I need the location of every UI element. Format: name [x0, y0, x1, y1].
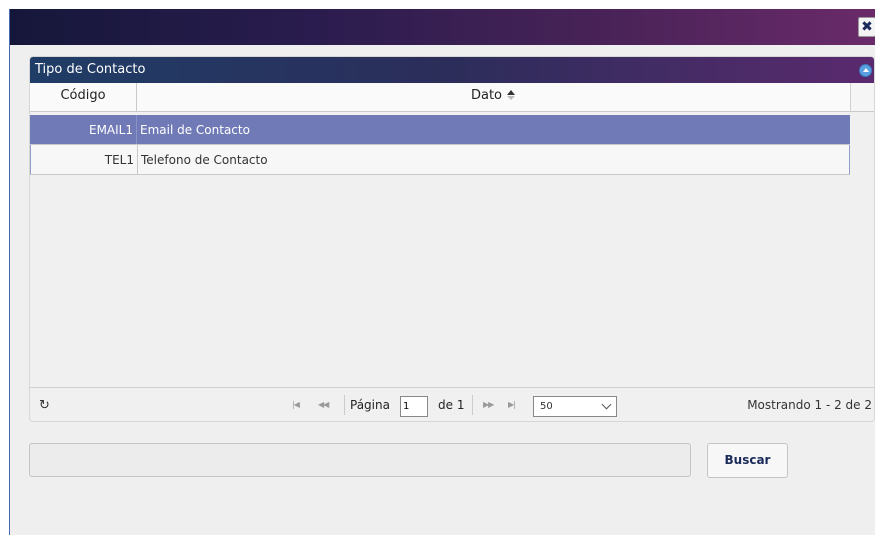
column-header-label: Dato	[470, 88, 503, 103]
table-row[interactable]: EMAIL1 Email de Contacto	[30, 115, 850, 145]
next-page-icon[interactable]: ▶▶	[483, 400, 494, 409]
header-scrollbar-filler	[850, 83, 874, 112]
cell-codigo: TEL1	[31, 145, 138, 174]
grid-body: EMAIL1 Email de Contacto TEL1 Telefono d…	[30, 115, 850, 175]
pager-divider	[472, 395, 473, 415]
grid-caption: Tipo de Contacto	[30, 57, 874, 83]
cell-dato: Telefono de Contacto	[141, 153, 268, 167]
grid-caption-title: Tipo de Contacto	[35, 62, 146, 77]
search-input[interactable]	[29, 443, 691, 477]
page-size-value: 50	[540, 401, 553, 412]
last-page-icon[interactable]: ▶|	[508, 400, 516, 409]
column-header-codigo[interactable]: Código	[30, 83, 137, 112]
table-row[interactable]: TEL1 Telefono de Contacto	[30, 145, 850, 175]
search-button[interactable]: Buscar	[707, 443, 788, 478]
records-info: Mostrando 1 - 2 de 2	[747, 398, 872, 412]
sort-ascending-icon	[506, 90, 516, 100]
pager-divider	[344, 395, 345, 415]
chevron-down-icon	[601, 399, 612, 410]
page-label: Página	[350, 398, 390, 412]
page-size-select[interactable]: 50	[533, 396, 617, 417]
cell-codigo: EMAIL1	[30, 115, 137, 144]
page-number-input[interactable]	[400, 396, 428, 417]
collapse-icon[interactable]	[859, 64, 872, 77]
column-header-dato[interactable]: Dato	[137, 83, 850, 112]
grid-header-row: Código Dato	[30, 83, 850, 112]
contact-type-dialog: ✖ Tipo de Contacto Código Dato EMAIL1 Em…	[9, 9, 875, 535]
grid-pager: ↻ |◀ ◀◀ Página de 1 ▶▶ ▶| 50 Mostrando 1…	[30, 387, 874, 421]
contact-type-grid: Tipo de Contacto Código Dato EMAIL1 Emai…	[29, 56, 875, 422]
page-total-label: de 1	[438, 398, 465, 412]
close-icon[interactable]: ✖	[858, 17, 875, 37]
refresh-icon[interactable]: ↻	[39, 398, 50, 413]
first-page-icon[interactable]: |◀	[292, 400, 300, 409]
cell-dato: Email de Contacto	[140, 123, 250, 137]
prev-page-icon[interactable]: ◀◀	[318, 400, 329, 409]
dialog-titlebar[interactable]: ✖	[10, 9, 875, 45]
column-header-label: Código	[60, 88, 106, 103]
